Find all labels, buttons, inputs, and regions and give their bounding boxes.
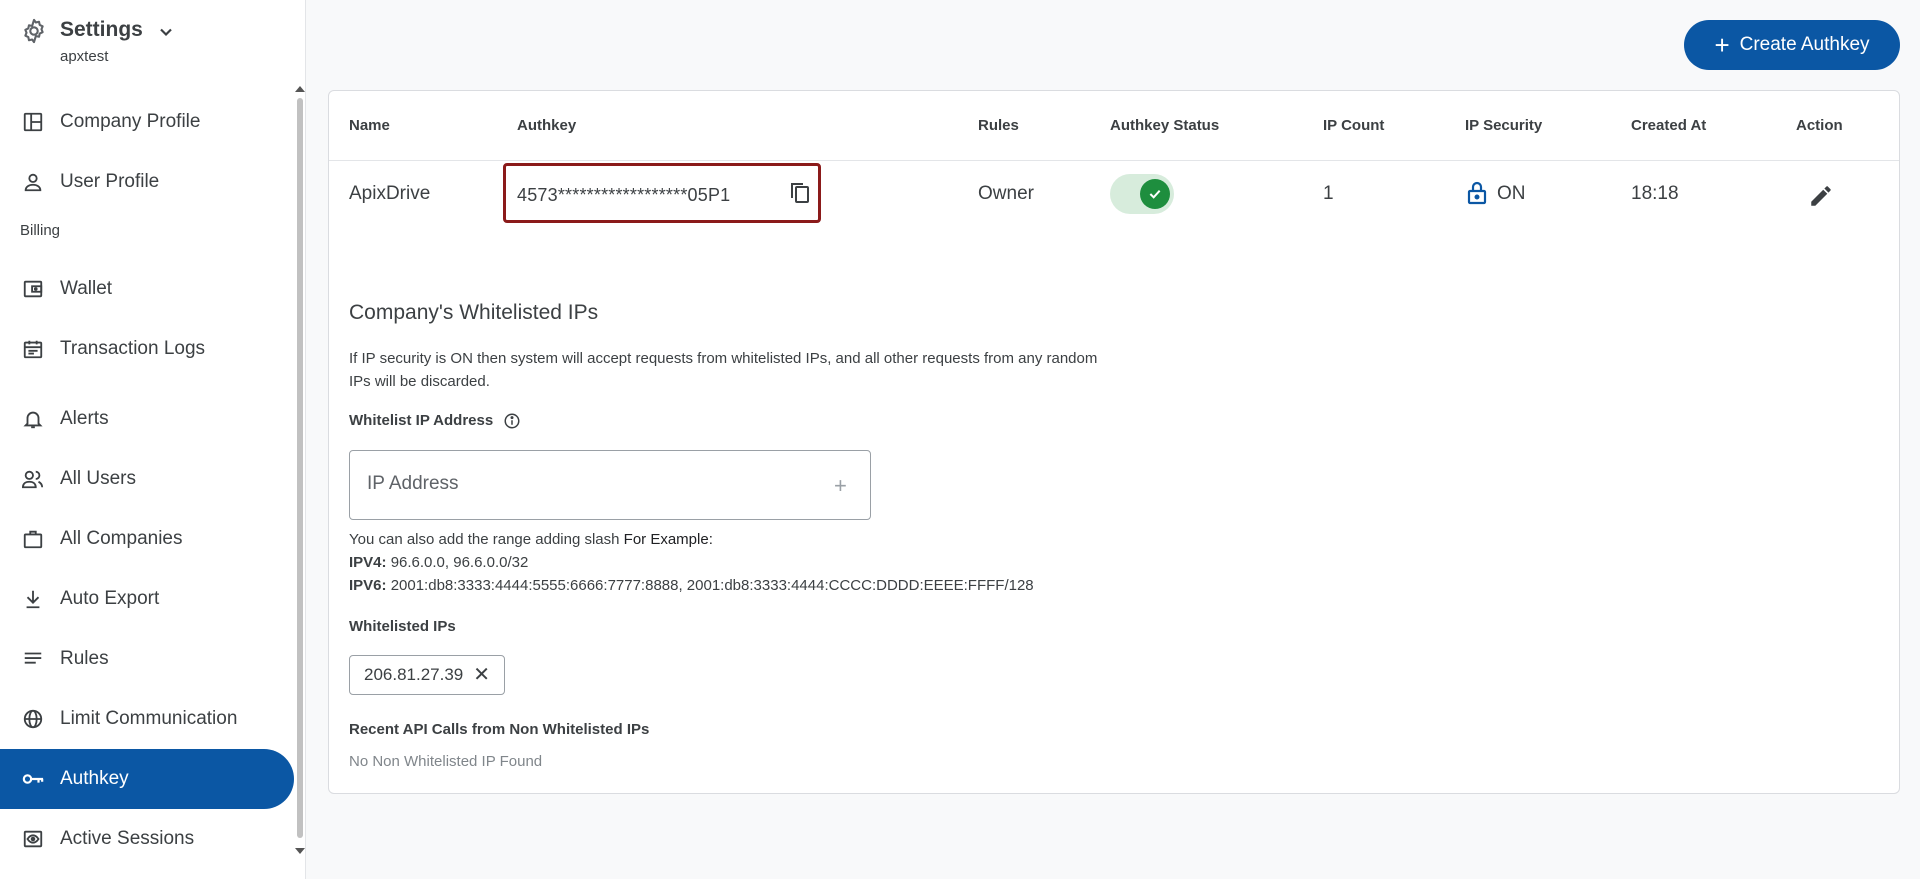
recent-calls-label: Recent API Calls from Non Whitelisted IP… — [349, 721, 650, 738]
users-icon — [20, 466, 46, 492]
ipv6-label: IPV6: — [349, 577, 387, 594]
remove-ip-close-icon[interactable]: ✕ — [473, 665, 490, 685]
sidebar-item-company-profile[interactable]: Company Profile — [0, 92, 294, 152]
whitelist-description: If IP security is ON then system will ac… — [349, 350, 1098, 390]
sidebar-item-alerts[interactable]: Alerts — [0, 389, 294, 449]
cell-authkey: 4573******************05P1 — [517, 185, 731, 205]
sidebar-item-label: All Users — [60, 468, 137, 489]
user-icon — [20, 169, 46, 195]
sidebar-item-transaction-logs[interactable]: Transaction Logs — [0, 319, 294, 379]
company-profile-icon — [20, 109, 46, 135]
billing-section-label: Billing — [20, 222, 61, 239]
sidebar-item-rules[interactable]: Rules — [0, 629, 294, 689]
toggle-knob — [1140, 179, 1170, 209]
scroll-down-arrow-icon[interactable] — [295, 848, 305, 854]
column-header-rules: Rules — [978, 117, 1019, 134]
sidebar-item-label: All Companies — [60, 528, 183, 549]
scroll-thumb[interactable] — [297, 98, 303, 838]
column-header-authkey: Authkey — [517, 117, 577, 134]
whitelist-input-label: Whitelist IP Address — [349, 412, 494, 429]
cell-rules: Owner — [978, 183, 1034, 204]
create-authkey-button[interactable]: + Create Authkey — [1684, 20, 1900, 70]
settings-title[interactable]: Settings — [60, 18, 143, 42]
ip-address-field[interactable]: + — [349, 450, 871, 520]
recent-calls-empty: No Non Whitelisted IP Found — [349, 753, 543, 770]
create-authkey-label: Create Authkey — [1739, 34, 1870, 55]
sidebar-item-limit-communication[interactable]: Limit Communication — [0, 689, 294, 749]
info-icon[interactable] — [503, 412, 521, 430]
plus-icon: + — [1714, 30, 1730, 60]
range-hint: You can also add the range adding slash … — [349, 531, 713, 548]
sidebar-item-label: User Profile — [60, 171, 160, 192]
sidebar-item-all-companies[interactable]: All Companies — [0, 509, 294, 569]
authkey-status-toggle[interactable] — [1110, 174, 1174, 214]
add-ip-plus-icon[interactable]: + — [834, 475, 847, 497]
sidebar-item-label: Authkey — [60, 768, 129, 789]
edit-pencil-icon[interactable] — [1808, 183, 1834, 209]
globe-icon — [20, 706, 46, 732]
sidebar-item-label: Auto Export — [60, 588, 160, 609]
authkey-card: Name Authkey Rules Authkey Status IP Cou… — [328, 90, 1900, 794]
whitelisted-ip-value: 206.81.27.39 — [364, 665, 464, 684]
header-divider — [329, 160, 1899, 161]
hint-prefix: You can also add the range adding slash — [349, 531, 620, 548]
cell-created-at: 18:18 — [1631, 183, 1679, 204]
eye-icon — [20, 826, 46, 852]
sidebar: Settings apxtest Company Profile User Pr… — [0, 0, 306, 879]
column-header-ip-security: IP Security — [1465, 117, 1543, 134]
ipv6-value: 2001:db8:3333:4444:5555:6666:7777:8888, … — [390, 577, 1034, 594]
sidebar-item-label: Alerts — [60, 408, 109, 429]
sidebar-item-active-sessions[interactable]: Active Sessions — [0, 809, 294, 869]
sidebar-item-label: Company Profile — [60, 111, 201, 132]
sidebar-item-wallet[interactable]: Wallet — [0, 259, 294, 319]
sidebar-item-user-profile[interactable]: User Profile — [0, 152, 294, 212]
sidebar-item-label: Transaction Logs — [60, 338, 206, 359]
copy-icon[interactable] — [789, 181, 811, 205]
column-header-ip-count: IP Count — [1323, 117, 1385, 134]
sidebar-item-label: Active Sessions — [60, 828, 195, 849]
authkey-highlight-box: 4573******************05P1 — [503, 163, 821, 223]
chevron-down-icon[interactable] — [156, 22, 176, 42]
key-icon — [20, 766, 46, 792]
gear-icon — [24, 18, 44, 44]
lock-icon — [1467, 181, 1487, 205]
list-icon — [20, 646, 46, 672]
hint-example: For Example: — [623, 531, 713, 548]
whitelisted-ips-label: Whitelisted IPs — [349, 618, 456, 635]
calendar-icon — [20, 336, 46, 362]
bell-icon — [20, 406, 46, 432]
sidebar-item-label: Rules — [60, 648, 109, 669]
scroll-up-arrow-icon[interactable] — [295, 86, 305, 92]
company-name: apxtest — [60, 48, 109, 65]
column-header-action: Action — [1796, 117, 1843, 134]
ip-address-input[interactable] — [367, 469, 807, 499]
whitelist-section-title: Company's Whitelisted IPs — [349, 301, 599, 324]
column-header-authkey-status: Authkey Status — [1110, 117, 1220, 134]
cell-name: ApixDrive — [349, 183, 431, 204]
briefcase-icon — [20, 526, 46, 552]
wallet-icon — [20, 276, 46, 302]
download-icon — [20, 586, 46, 612]
sidebar-scrollbar[interactable] — [294, 86, 305, 854]
column-header-name: Name — [349, 117, 390, 134]
sidebar-item-auto-export[interactable]: Auto Export — [0, 569, 294, 629]
ipv4-label: IPV4: — [349, 554, 387, 571]
column-header-created-at: Created At — [1631, 117, 1707, 134]
cell-ip-security: ON — [1497, 183, 1526, 204]
sidebar-item-label: Limit Communication — [60, 708, 238, 729]
whitelisted-ip-chip: 206.81.27.39 ✕ — [349, 655, 506, 695]
cell-ip-count: 1 — [1323, 183, 1334, 204]
sidebar-item-all-users[interactable]: All Users — [0, 449, 294, 509]
ipv4-value: 96.6.0.0, 96.6.0.0/32 — [390, 554, 529, 571]
ipv6-example: IPV6: 2001:db8:3333:4444:5555:6666:7777:… — [349, 577, 1034, 594]
sidebar-item-label: Wallet — [60, 278, 113, 299]
ipv4-example: IPV4: 96.6.0.0, 96.6.0.0/32 — [349, 554, 528, 571]
sidebar-item-authkey[interactable]: Authkey — [0, 749, 294, 809]
check-icon — [1149, 189, 1161, 199]
